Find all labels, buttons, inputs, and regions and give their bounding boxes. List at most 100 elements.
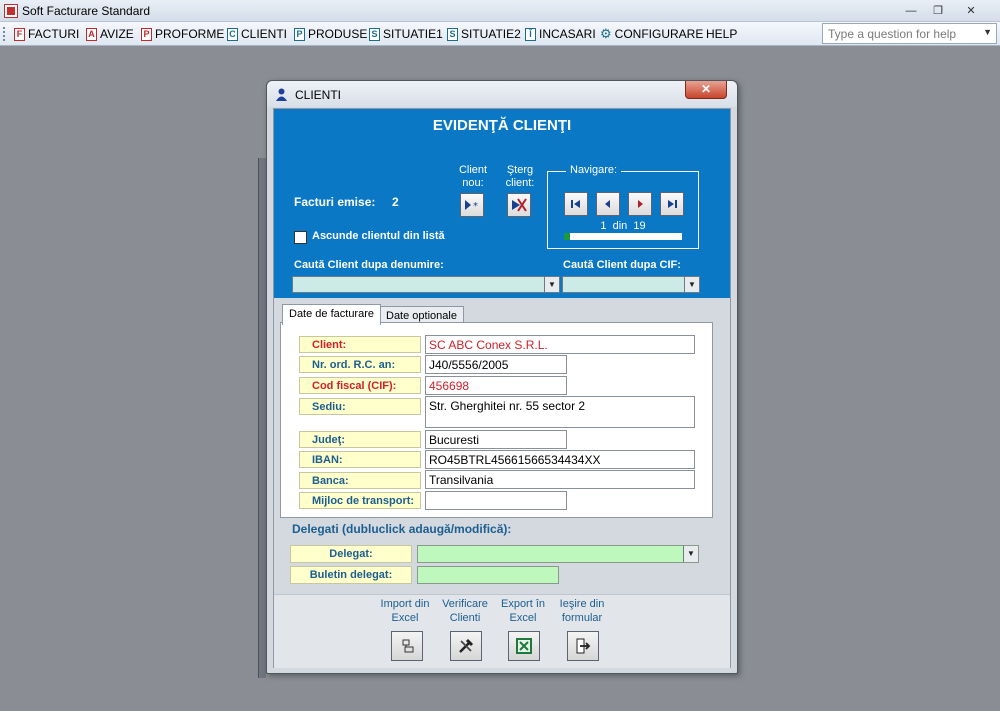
chevron-down-icon[interactable]: ▼ xyxy=(683,546,698,562)
record-position: 1 din 19 xyxy=(548,220,698,232)
app-close-button[interactable]: ✕ xyxy=(958,1,984,19)
cif-field[interactable]: 456698 xyxy=(425,376,567,395)
dialog-title: CLIENTI xyxy=(295,88,342,102)
invoices-issued-label: Facturi emise: xyxy=(294,195,376,209)
navigation-label: Navigare: xyxy=(566,164,622,176)
search-by-name-combo[interactable]: ▼ xyxy=(292,276,560,293)
tools-icon xyxy=(459,638,474,653)
invoices-issued-value: 2 xyxy=(392,195,399,209)
menu-produse-label: PRODUSE xyxy=(308,27,368,41)
menu-facturi-label: FACTURI xyxy=(28,27,80,41)
address-label: Sediu: xyxy=(299,398,421,415)
help-search-placeholder: Type a question for help xyxy=(828,27,957,41)
first-record-button[interactable] xyxy=(564,192,588,216)
chevron-down-icon[interactable]: ▼ xyxy=(684,277,699,292)
address-field[interactable]: Str. Gherghitei nr. 55 sector 2 xyxy=(425,396,695,428)
delegate-combo[interactable]: ▼ xyxy=(417,545,699,563)
menu-help[interactable]: HELP xyxy=(706,26,737,42)
previous-record-button[interactable] xyxy=(596,192,620,216)
menu-facturi[interactable]: F FACTURI xyxy=(14,26,79,42)
record-progress-fill xyxy=(564,233,570,240)
bank-field[interactable]: Transilvania xyxy=(425,470,695,489)
verify-clients-button[interactable] xyxy=(450,631,482,661)
dialog-close-button[interactable]: ✕ xyxy=(685,81,727,99)
exit-form-label: Ieşire din formular xyxy=(559,598,605,624)
svg-text:*: * xyxy=(473,201,478,212)
restore-button[interactable]: ❐ xyxy=(925,1,951,19)
next-record-button[interactable] xyxy=(628,192,652,216)
record-of: din xyxy=(612,220,628,232)
reg-number-label: Nr. ord. R.C. an: xyxy=(299,356,421,373)
clients-icon: C xyxy=(227,27,238,41)
dialog-body: EVIDENŢĂ CLIENŢI Client nou: Şterg clien… xyxy=(273,108,731,668)
tab-date-facturare[interactable]: Date de facturare xyxy=(282,304,381,325)
new-client-label: Client nou: xyxy=(458,164,488,189)
billing-data-panel: Client: SC ABC Conex S.R.L. Nr. ord. R.C… xyxy=(280,322,713,518)
exit-door-icon xyxy=(576,638,591,654)
export-excel-button[interactable] xyxy=(508,631,540,661)
last-record-icon xyxy=(668,200,677,208)
delegates-title: Delegati (dubluclick adaugă/modifică): xyxy=(292,522,512,536)
app-icon xyxy=(4,4,18,18)
report1-icon: S xyxy=(369,27,380,41)
last-record-button[interactable] xyxy=(660,192,684,216)
record-total: 19 xyxy=(633,220,646,232)
menu-situatie2[interactable]: S SITUATIE2 xyxy=(447,26,521,42)
menu-configurare[interactable]: ⚙ CONFIGURARE xyxy=(600,26,703,42)
report2-icon: S xyxy=(447,27,458,41)
delegate-id-label: Buletin delegat: xyxy=(290,566,412,584)
reg-number-field[interactable]: J40/5556/2005 xyxy=(425,355,567,374)
bank-label: Banca: xyxy=(299,472,421,489)
previous-record-icon xyxy=(605,200,610,208)
import-excel-button[interactable] xyxy=(391,631,423,661)
new-client-button[interactable]: * xyxy=(460,193,484,217)
invoice-icon: F xyxy=(14,27,25,41)
menu-incasari[interactable]: Î INCASARI xyxy=(525,26,596,42)
client-person-icon xyxy=(276,88,287,101)
import-icon xyxy=(402,639,414,653)
search-by-cif-combo[interactable]: ▼ xyxy=(562,276,700,293)
transport-label: Mijloc de transport: xyxy=(299,492,421,509)
county-field[interactable]: Bucuresti xyxy=(425,430,567,449)
delete-client-button[interactable] xyxy=(507,193,531,217)
clients-dialog: CLIENTI ✕ EVIDENŢĂ CLIENŢI Client nou: Ş… xyxy=(266,80,738,674)
menu-configurare-label: CONFIGURARE xyxy=(614,27,704,41)
form-title: EVIDENŢĂ CLIENŢI xyxy=(432,117,572,134)
menu-clienti-label: CLIENTI xyxy=(241,27,288,41)
delegate-id-field[interactable] xyxy=(417,566,559,584)
client-field[interactable]: SC ABC Conex S.R.L. xyxy=(425,335,695,354)
delegate-label: Delegat: xyxy=(290,545,412,563)
record-progress-bar xyxy=(564,233,682,240)
exit-form-button[interactable] xyxy=(567,631,599,661)
menu-avize[interactable]: A AVIZE xyxy=(86,26,134,42)
chevron-down-icon[interactable]: ▼ xyxy=(983,27,992,37)
products-icon: P xyxy=(294,27,305,41)
app-titlebar: Soft Facturare Standard — ❐ ✕ xyxy=(0,0,1000,22)
menu-proforme-label: PROFORME xyxy=(155,27,225,41)
iban-field[interactable]: RO45BTRL45661566534434XX xyxy=(425,450,695,469)
config-icon: ⚙ xyxy=(600,26,612,41)
menu-situatie2-label: SITUATIE2 xyxy=(461,27,521,41)
transport-field[interactable] xyxy=(425,491,567,510)
new-record-icon: * xyxy=(465,200,478,212)
first-record-icon xyxy=(571,200,580,208)
menu-situatie1[interactable]: S SITUATIE1 xyxy=(369,26,443,42)
delete-record-icon xyxy=(512,198,527,212)
menu-grip[interactable] xyxy=(3,27,6,41)
menu-incasari-label: INCASARI xyxy=(539,27,596,41)
menu-produse[interactable]: P PRODUSE xyxy=(294,26,367,42)
hide-client-checkbox[interactable] xyxy=(294,231,307,244)
dialog-titlebar[interactable]: CLIENTI ✕ xyxy=(267,81,737,107)
menu-avize-label: AVIZE xyxy=(100,27,134,41)
menu-proforme[interactable]: P PROFORME xyxy=(141,26,224,42)
excel-icon xyxy=(516,638,532,654)
help-search-input[interactable]: Type a question for help ▼ xyxy=(822,23,997,44)
chevron-down-icon[interactable]: ▼ xyxy=(544,277,559,292)
next-record-icon xyxy=(638,200,643,208)
minimize-button[interactable]: — xyxy=(898,1,924,19)
menu-clienti[interactable]: C CLIENTI xyxy=(227,26,287,42)
menu-help-label: HELP xyxy=(706,27,738,41)
payments-icon: Î xyxy=(525,27,536,41)
cif-label: Cod fiscal (CIF): xyxy=(299,377,421,394)
hide-client-label: Ascunde clientul din listă xyxy=(312,230,445,242)
